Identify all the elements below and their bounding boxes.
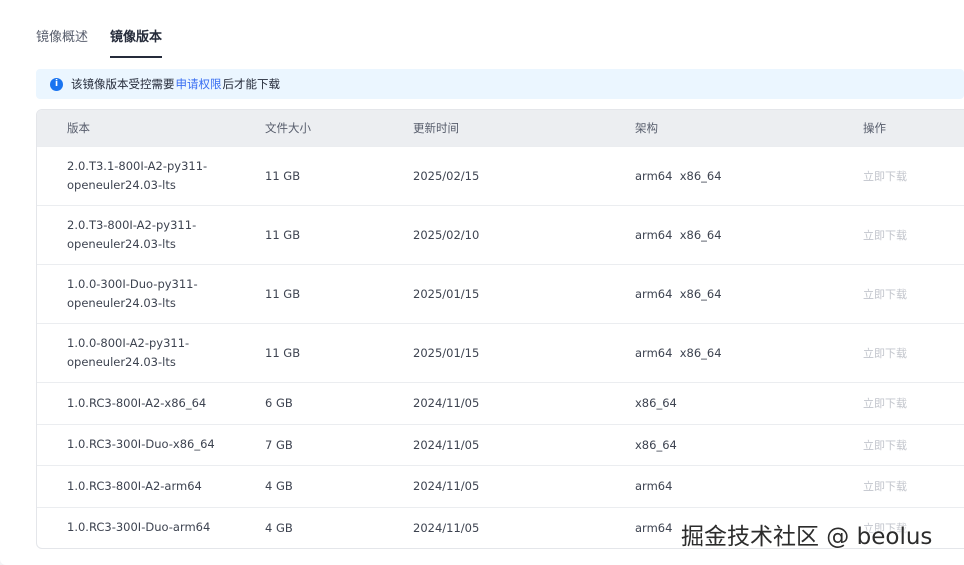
size-cell: 11 GB: [265, 169, 301, 183]
version-line-1: 2.0.T3-800I-A2-py311-: [67, 218, 197, 232]
table-row: 2.0.T3.1-800I-A2-py311- openeuler24.03-l…: [37, 146, 964, 205]
version-cell: 1.0.RC3-800I-A2-arm64: [67, 478, 202, 493]
download-button[interactable]: 立即下载: [863, 286, 963, 302]
tab-image-versions[interactable]: 镜像版本: [110, 28, 163, 58]
apply-permission-link[interactable]: 申请权限: [176, 76, 222, 92]
table-row: 1.0.RC3-800I-A2-x86_64 6 GB 2024/11/05 x…: [37, 382, 964, 424]
download-button[interactable]: 立即下载: [863, 437, 963, 453]
header-version: 版本: [67, 121, 90, 135]
watermark: 掘金技术社区 @ beolus: [681, 524, 933, 550]
download-button[interactable]: 立即下载: [863, 345, 963, 361]
version-line-1: 1.0.0-300I-Duo-py311-: [67, 277, 198, 291]
notice-text-before: 该镜像版本受控需要: [71, 77, 175, 91]
size-cell: 6 GB: [265, 396, 293, 411]
table-row: 2.0.T3-800I-A2-py311- openeuler24.03-lts…: [37, 205, 964, 264]
download-button[interactable]: 立即下载: [863, 478, 963, 494]
arch-cell: x86_64: [635, 437, 677, 452]
tab-image-overview[interactable]: 镜像概述: [36, 28, 88, 58]
header-action: 操作: [863, 121, 886, 135]
arch-cell: arm64 x86_64: [635, 346, 722, 360]
header-file-size: 文件大小: [265, 121, 311, 135]
updated-cell: 2025/02/15: [413, 169, 480, 183]
table-row: 1.0.0-300I-Duo-py311- openeuler24.03-lts…: [37, 264, 964, 323]
image-version-panel: 镜像概述 镜像版本 i 该镜像版本受控需要 申请权限 后才能下载 版本 文件大小…: [0, 0, 964, 565]
updated-cell: 2024/11/05: [413, 437, 480, 452]
version-line-2: openeuler24.03-lts: [67, 178, 176, 192]
version-cell: 1.0.0-300I-Duo-py311- openeuler24.03-lts: [37, 275, 235, 313]
version-cell: 1.0.RC3-800I-A2-x86_64: [67, 395, 207, 410]
updated-cell: 2025/02/10: [413, 228, 480, 242]
version-line-1: 1.0.0-800I-A2-py311-: [67, 336, 190, 350]
arch-cell: arm64 x86_64: [635, 287, 722, 301]
size-cell: 11 GB: [265, 287, 301, 301]
header-updated-time: 更新时间: [413, 121, 459, 135]
version-line-2: openeuler24.03-lts: [67, 237, 176, 251]
table-row: 1.0.0-800I-A2-py311- openeuler24.03-lts …: [37, 323, 964, 382]
arch-cell: x86_64: [635, 396, 677, 411]
version-cell: 1.0.RC3-300I-Duo-x86_64: [67, 437, 215, 452]
table-row: 1.0.RC3-800I-A2-arm64 4 GB 2024/11/05 ar…: [37, 465, 964, 507]
updated-cell: 2024/11/05: [413, 479, 480, 494]
table-header: 版本 文件大小 更新时间 架构 操作: [37, 110, 964, 146]
size-cell: 7 GB: [265, 437, 293, 452]
size-cell: 11 GB: [265, 228, 301, 242]
version-line-2: openeuler24.03-lts: [67, 296, 176, 310]
info-icon: i: [50, 77, 63, 91]
notice-text-after: 后才能下载: [222, 77, 281, 91]
version-cell: 2.0.T3.1-800I-A2-py311- openeuler24.03-l…: [37, 157, 235, 195]
version-cell: 1.0.RC3-300I-Duo-arm64: [67, 520, 211, 535]
size-cell: 11 GB: [265, 346, 301, 360]
arch-cell: arm64: [635, 479, 673, 494]
download-button[interactable]: 立即下载: [863, 227, 963, 243]
arch-cell: arm64 x86_64: [635, 228, 722, 242]
updated-cell: 2025/01/15: [413, 346, 480, 360]
table-row: 1.0.RC3-300I-Duo-x86_64 7 GB 2024/11/05 …: [37, 423, 964, 466]
version-table: 版本 文件大小 更新时间 架构 操作 2.0.T3.1-800I-A2-py31…: [36, 109, 964, 549]
updated-cell: 2025/01/15: [413, 287, 480, 301]
version-line-2: openeuler24.03-lts: [67, 355, 176, 369]
download-button[interactable]: 立即下载: [863, 168, 963, 184]
updated-cell: 2024/11/05: [413, 520, 480, 535]
version-cell: 1.0.0-800I-A2-py311- openeuler24.03-lts: [37, 334, 235, 372]
updated-cell: 2024/11/05: [413, 396, 480, 411]
size-cell: 4 GB: [265, 520, 293, 535]
download-button[interactable]: 立即下载: [863, 395, 963, 411]
header-architecture: 架构: [635, 121, 658, 135]
arch-cell: arm64 x86_64: [635, 169, 722, 183]
permission-notice: i 该镜像版本受控需要 申请权限 后才能下载: [36, 69, 964, 99]
version-line-1: 2.0.T3.1-800I-A2-py311-: [67, 159, 208, 173]
tab-bar: 镜像概述 镜像版本: [36, 28, 163, 58]
size-cell: 4 GB: [265, 479, 293, 494]
version-cell: 2.0.T3-800I-A2-py311- openeuler24.03-lts: [37, 216, 235, 254]
